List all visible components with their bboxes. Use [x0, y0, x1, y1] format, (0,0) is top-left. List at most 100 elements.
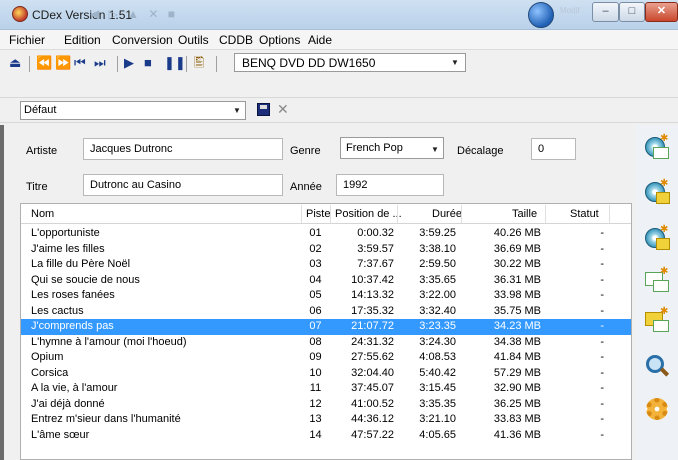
track-duration: 4:05.65: [419, 428, 456, 441]
track-number: 10: [309, 366, 322, 379]
toolbar-separator: [117, 56, 118, 72]
menu-outils[interactable]: Outils: [178, 33, 209, 47]
track-number: 09: [309, 351, 322, 363]
track-position: 0:00.32: [357, 227, 394, 239]
rip-to-compressed-icon[interactable]: ✱: [645, 178, 671, 206]
next-track-icon[interactable]: ⏭: [94, 55, 106, 71]
cd-info-icon[interactable]: 🖺: [194, 55, 204, 71]
offset-label: Décalage: [457, 145, 504, 157]
column-header-duree[interactable]: Durée: [432, 208, 462, 220]
table-row[interactable]: Qui se soucie de nous 04 10:37.42 3:35.65 36…: [21, 273, 631, 289]
fast-forward-icon[interactable]: ⏩: [55, 55, 71, 71]
track-duration: 3:24.30: [419, 335, 456, 348]
minimize-button[interactable]: –: [592, 2, 619, 22]
table-header: Nom Piste Position de ... Durée Taille S…: [21, 204, 631, 224]
menu-edition[interactable]: Edition: [64, 33, 101, 47]
table-row[interactable]: J'ai déjà donné 12 41:00.52 3:35.35 36.25 MB…: [21, 397, 631, 413]
eject-icon[interactable]: ⏏: [9, 55, 21, 71]
track-size: 33.98 MB: [493, 289, 541, 301]
track-duration: 5:40.42: [419, 366, 456, 379]
rip-selection-icon[interactable]: ✱: [645, 224, 671, 252]
table-row[interactable]: Les cactus 06 17:35.32 3:32.40 35.75 MB -: [21, 304, 631, 320]
column-divider[interactable]: [301, 205, 302, 223]
delete-icon[interactable]: ✕: [277, 101, 289, 118]
track-number: 07: [309, 320, 322, 332]
column-header-nom[interactable]: Nom: [31, 208, 54, 220]
menu-fichier[interactable]: Fichier: [9, 33, 45, 47]
track-position: 21:07.72: [351, 320, 394, 332]
track-name: Corsica: [31, 366, 69, 379]
column-header-position[interactable]: Position de ...: [335, 208, 402, 220]
track-status: -: [600, 258, 604, 270]
track-size: 32.90 MB: [493, 382, 541, 394]
track-status: -: [600, 320, 604, 332]
left-edge-strip: [0, 125, 4, 460]
table-row[interactable]: Les roses fanées 05 14:13.32 3:22.00 33.98 M…: [21, 288, 631, 304]
column-divider[interactable]: [545, 205, 546, 223]
convert-compressed-icon[interactable]: ✱: [645, 306, 671, 334]
table-row[interactable]: Corsica 10 32:04.40 5:40.42 57.29 MB -: [21, 366, 631, 382]
convert-wav-icon[interactable]: ✱: [645, 266, 671, 294]
orb-icon: [528, 2, 554, 28]
table-row[interactable]: J'aime les filles 02 3:59.57 3:38.10 36.69 M…: [21, 242, 631, 258]
track-number: 11: [309, 382, 322, 394]
rewind-icon[interactable]: ⏪: [36, 55, 52, 71]
track-number: 03: [309, 258, 322, 270]
track-size: 35.75 MB: [493, 304, 541, 317]
menu-aide[interactable]: Aide: [308, 33, 332, 47]
track-number: 08: [309, 335, 322, 348]
maximize-button[interactable]: □: [619, 2, 645, 22]
search-icon[interactable]: [645, 353, 671, 379]
table-row[interactable]: J'comprends pas 07 21:07.72 3:23.35 34.23 MB…: [21, 319, 631, 335]
chevron-down-icon[interactable]: ▼: [431, 145, 439, 154]
table-row[interactable]: L'âme sœur 14 47:57.22 4:05.65 41.36 MB -: [21, 428, 631, 444]
track-name: L'opportuniste: [31, 227, 100, 239]
menu-conversion[interactable]: Conversion: [112, 33, 173, 47]
table-row[interactable]: L'hymne à l'amour (moi l'hoeud) 08 24:31.3…: [21, 335, 631, 351]
year-input[interactable]: 1992: [336, 174, 444, 196]
settings-gear-icon[interactable]: [645, 397, 671, 423]
stop-icon[interactable]: ■: [144, 55, 152, 71]
table-row[interactable]: Opium 09 27:55.62 4:08.53 41.84 MB -: [21, 350, 631, 366]
table-row[interactable]: La fille du Père Noël 03 7:37.67 2:59.50 30.…: [21, 257, 631, 273]
track-position: 32:04.40: [351, 366, 394, 379]
artist-label: Artiste: [26, 145, 58, 157]
close-window-button[interactable]: ✕: [645, 2, 678, 22]
track-size: 40.26 MB: [493, 227, 541, 239]
save-icon[interactable]: [257, 103, 270, 116]
column-divider[interactable]: [609, 205, 610, 223]
offset-input[interactable]: 0: [531, 138, 576, 160]
track-duration: 3:22.00: [419, 289, 456, 301]
menu-cddb[interactable]: CDDB: [219, 33, 253, 47]
table-row[interactable]: A la vie, à l'amour 11 37:45.07 3:15.45 32.9…: [21, 381, 631, 397]
column-header-piste[interactable]: Piste: [306, 208, 330, 220]
column-divider[interactable]: [461, 205, 462, 223]
play-icon[interactable]: ▶: [124, 55, 134, 71]
title-input[interactable]: Dutronc au Casino: [83, 174, 283, 196]
previous-track-icon[interactable]: ⏮: [74, 55, 86, 71]
track-size: 34.38 MB: [493, 335, 541, 348]
track-number: 01: [309, 227, 322, 239]
track-status: -: [600, 397, 604, 410]
track-name: J'ai déjà donné: [31, 397, 105, 410]
track-duration: 3:35.35: [419, 397, 456, 410]
column-header-taille[interactable]: Taille: [512, 208, 537, 220]
title-label: Titre: [26, 181, 48, 193]
chevron-down-icon[interactable]: ▼: [451, 58, 459, 67]
profile-select-value: Défaut: [24, 104, 57, 116]
column-header-statut[interactable]: Statut: [570, 208, 599, 220]
artist-input[interactable]: Jacques Dutronc: [83, 138, 283, 160]
cdex-app-icon[interactable]: [12, 6, 28, 22]
table-row[interactable]: Entrez m'sieur dans l'humanité 13 44:36.12…: [21, 412, 631, 428]
chevron-down-icon[interactable]: ▼: [233, 106, 241, 115]
track-number: 02: [309, 242, 322, 255]
track-size: 33.83 MB: [493, 413, 541, 425]
column-divider[interactable]: [397, 205, 398, 223]
pause-icon[interactable]: ❚❚: [164, 55, 186, 71]
track-status: -: [600, 382, 604, 394]
table-row[interactable]: L'opportuniste 01 0:00.32 3:59.25 40.26 MB -: [21, 226, 631, 242]
rip-to-wav-icon[interactable]: ✱: [645, 133, 671, 161]
drive-select-value: BENQ DVD DD DW1650: [242, 56, 376, 70]
menu-options[interactable]: Options: [259, 33, 300, 47]
column-divider[interactable]: [330, 205, 331, 223]
